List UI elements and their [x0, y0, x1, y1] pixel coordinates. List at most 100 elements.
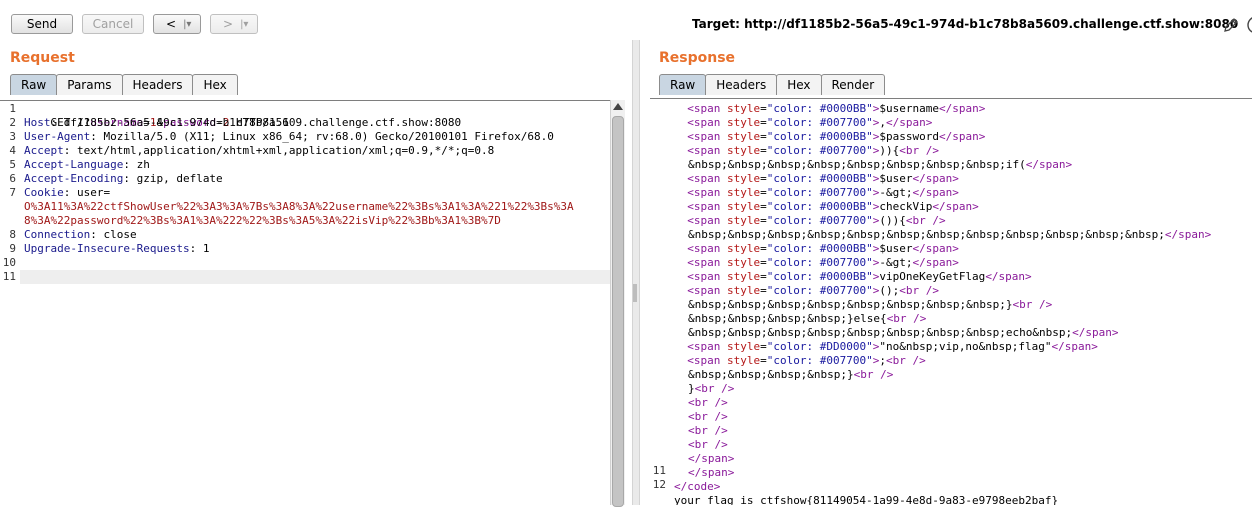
html-eq: =: [760, 116, 767, 129]
html-attr-value: "color: #0000BB": [766, 172, 873, 185]
html-eq: =: [760, 102, 767, 115]
html-attr-value: "color: #007700": [766, 214, 873, 227]
response-line: <span style="color: #0000BB">$user</span…: [674, 242, 959, 256]
response-line: </code>: [674, 480, 720, 494]
header-value: : Mozilla/5.0 (X11; Linux x86_64; rv:68.…: [90, 130, 554, 143]
response-line: &nbsp;&nbsp;&nbsp;&nbsp;}<br />: [688, 368, 893, 382]
code-text: "no&nbsp;vip,no&nbsp;flag": [879, 340, 1052, 353]
scroll-up-icon[interactable]: [613, 103, 623, 110]
tab-raw[interactable]: Raw: [659, 74, 707, 95]
chevron-down-icon[interactable]: |▾: [183, 19, 191, 30]
tab-params[interactable]: Params: [56, 74, 123, 95]
code-text: &nbsp;&nbsp;&nbsp;&nbsp;}else{: [688, 312, 887, 325]
html-tag: </span>: [985, 270, 1032, 283]
tab-hex[interactable]: Hex: [192, 74, 238, 95]
html-eq: =: [760, 200, 767, 213]
code-text: &nbsp;&nbsp;&nbsp;&nbsp;&nbsp;&nbsp;&nbs…: [688, 326, 1073, 339]
code-text: vipOneKeyGetFlag: [879, 270, 986, 283]
response-title: Response: [659, 50, 736, 66]
header-line: Cookie: user=: [24, 186, 110, 200]
html-tag: <span: [687, 242, 727, 255]
html-attr: style: [727, 214, 761, 227]
header-key: Accept-Language: [24, 158, 124, 171]
html-eq: =: [760, 214, 767, 227]
request-tabs: Raw Params Headers Hex: [10, 74, 238, 95]
cancel-button[interactable]: Cancel: [82, 14, 144, 34]
split-divider[interactable]: [632, 40, 640, 505]
scrollbar-thumb[interactable]: [612, 116, 624, 507]
line-number: 11: [2, 270, 16, 283]
forward-button[interactable]: > |▾: [210, 14, 258, 34]
html-tag: <span: [687, 214, 727, 227]
response-line: <span style="color: #007700">)){<br />: [674, 144, 939, 158]
html-tag: <br />: [688, 396, 728, 409]
line-number: 3: [9, 130, 16, 143]
html-attr-value: "color: #DD0000": [766, 340, 873, 353]
html-tag: </span>: [912, 242, 959, 255]
code-text: }: [688, 382, 695, 395]
html-tag: </span>: [938, 102, 986, 115]
request-editor[interactable]: 1 2 3 4 5 6 7 8 9 10 11 GET /?username=1…: [0, 100, 610, 505]
send-button[interactable]: Send: [11, 14, 73, 34]
html-tag: </span>: [938, 130, 986, 143]
html-tag: <br />: [899, 284, 939, 297]
pencil-icon[interactable]: [1223, 17, 1239, 33]
html-tag: <span: [687, 130, 727, 143]
html-tag: </span>: [1164, 228, 1212, 241]
request-scrollbar[interactable]: [610, 100, 625, 507]
html-tag: <span: [687, 116, 727, 129]
tab-headers[interactable]: Headers: [705, 74, 778, 95]
line-number: 10: [2, 256, 16, 269]
html-tag: </span>: [912, 256, 959, 269]
header-line: Host: df1185b2-56a5-49c1-974d-b1c78b8a56…: [24, 116, 461, 130]
line-number: 7: [9, 186, 16, 199]
html-tag: <br />: [1012, 298, 1053, 311]
header-key: Accept-Encoding: [24, 172, 124, 185]
html-tag: <br />: [899, 144, 939, 157]
line-number: 2: [9, 116, 16, 129]
tab-render[interactable]: Render: [820, 74, 886, 95]
html-attr-value: "color: #007700": [766, 186, 873, 199]
html-tag: </span>: [1025, 158, 1073, 171]
current-line-highlight: [20, 270, 610, 284]
header-line: Connection: close: [24, 228, 137, 242]
html-attr: style: [727, 186, 761, 199]
code-text: $username: [879, 102, 939, 115]
chevron-down-icon[interactable]: |▾: [240, 19, 248, 30]
response-line: <span style="color: #007700">;<br />: [674, 354, 926, 368]
request-title: Request: [10, 50, 75, 66]
divider-grip[interactable]: [633, 284, 637, 302]
html-attr: style: [727, 102, 761, 115]
html-attr-value: "color: #0000BB": [766, 130, 873, 143]
back-button[interactable]: < |▾: [153, 14, 201, 34]
response-line: <span style="color: #0000BB">$user</span…: [674, 172, 959, 186]
line-number: 11: [652, 464, 666, 477]
tab-raw[interactable]: Raw: [10, 74, 58, 95]
html-tag: <br />: [885, 354, 926, 367]
html-tag: </span>: [1051, 340, 1098, 353]
html-tag: </span>: [912, 172, 959, 185]
html-tag: </code>: [674, 480, 721, 493]
html-attr: style: [727, 284, 761, 297]
tab-headers[interactable]: Headers: [121, 74, 194, 95]
html-tag: <br />: [688, 424, 728, 437]
header-value: : zh: [123, 158, 150, 171]
help-icon[interactable]: [1244, 15, 1252, 35]
html-tag: <span: [687, 354, 727, 367]
html-attr-value: "color: #007700": [766, 116, 873, 129]
tab-hex[interactable]: Hex: [776, 74, 822, 95]
html-eq: =: [760, 130, 767, 143]
response-line: <span style="color: #0000BB">checkVip</s…: [674, 200, 978, 214]
code-text: ,: [879, 116, 886, 129]
response-line: &nbsp;&nbsp;&nbsp;&nbsp;&nbsp;&nbsp;&nbs…: [688, 158, 1072, 172]
header-value: : text/html,application/xhtml+xml,applic…: [63, 144, 495, 157]
response-editor[interactable]: 11 12 <span style="color: #0000BB">$user…: [650, 98, 1252, 505]
header-value: : user=: [63, 186, 111, 199]
header-line: User-Agent: Mozilla/5.0 (X11; Linux x86_…: [24, 130, 554, 144]
html-eq: =: [760, 340, 767, 353]
